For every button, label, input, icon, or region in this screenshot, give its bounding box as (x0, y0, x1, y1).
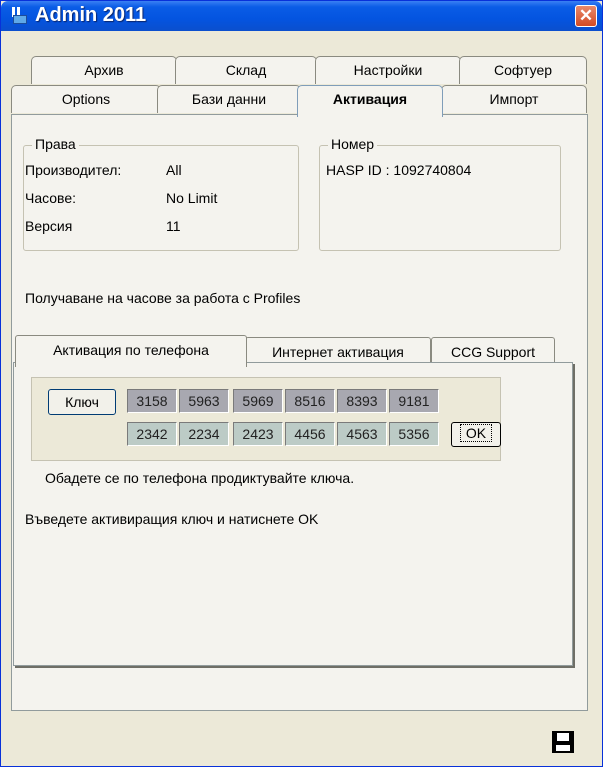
key-cell: 5963 (179, 389, 229, 413)
tab-warehouse[interactable]: Склад (175, 56, 317, 84)
app-window: Admin 2011 ✕ Архив Склад Настройки Софту… (0, 0, 603, 767)
activation-code-input[interactable]: 4456 (285, 422, 335, 446)
key-cell: 3158 (127, 389, 177, 413)
tab-import[interactable]: Импорт (441, 85, 587, 113)
subtab-phone-activation[interactable]: Активация по телефона (15, 335, 247, 367)
number-legend: Номер (328, 136, 378, 152)
tab-software[interactable]: Софтуер (459, 56, 587, 84)
title-bar[interactable]: Admin 2011 ✕ (1, 1, 602, 31)
info-text: Получаване на часове за работа с Profile… (25, 290, 301, 306)
activation-code-input[interactable]: 4563 (337, 422, 387, 446)
rights-legend: Права (32, 136, 79, 152)
key-cell: 5969 (233, 389, 283, 413)
tab-options[interactable]: Options (11, 85, 161, 113)
window-title: Admin 2011 (35, 4, 147, 26)
save-icon[interactable] (552, 731, 574, 753)
version-value: 11 (166, 218, 181, 234)
tab-activation[interactable]: Активация (297, 85, 443, 117)
tab-databases[interactable]: Бази данни (157, 85, 301, 113)
app-icon[interactable] (11, 7, 29, 25)
tab-archive[interactable]: Архив (31, 56, 177, 84)
tab-settings[interactable]: Настройки (315, 56, 461, 84)
hours-label: Часове: (25, 190, 77, 206)
manufacturer-label: Производител: (25, 162, 122, 178)
version-label: Версия (25, 218, 73, 234)
key-button[interactable]: Ключ (48, 389, 116, 415)
key-cell: 8393 (337, 389, 387, 413)
manufacturer-value: All (166, 162, 182, 178)
hasp-id: HASP ID : 1092740804 (326, 162, 472, 178)
instruction-call: Обадете се по телефона продиктувайте клю… (45, 470, 355, 486)
close-icon[interactable]: ✕ (575, 5, 597, 27)
key-cell: 8516 (285, 389, 335, 413)
hours-value: No Limit (166, 190, 218, 206)
activation-code-input[interactable]: 2234 (179, 422, 229, 446)
activation-code-input[interactable]: 2342 (127, 422, 177, 446)
activation-code-input[interactable]: 5356 (389, 422, 439, 446)
number-group: Номер (319, 136, 561, 251)
activation-code-input[interactable]: 2423 (233, 422, 283, 446)
ok-button-label: OK (459, 424, 493, 442)
key-cell: 9181 (389, 389, 439, 413)
instruction-enter: Въведете активиращия ключ и натиснете OK (25, 511, 319, 527)
ok-button[interactable]: OK (451, 422, 501, 447)
